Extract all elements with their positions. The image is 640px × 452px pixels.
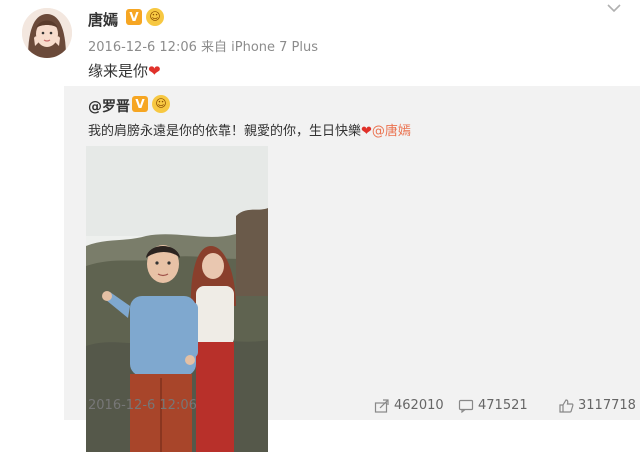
- post-text-body: 缘来是你: [88, 62, 149, 80]
- heart-icon: ❤: [148, 62, 161, 80]
- weibo-post: 唐嫣 V ☺ 2016-12-6 12:06 来自 iPhone 7 Plus …: [0, 0, 640, 452]
- retweet-time[interactable]: 2016-12-6 12:06: [88, 398, 197, 413]
- comment-count: 471521: [478, 398, 528, 413]
- mention-link[interactable]: @唐嫣: [372, 124, 411, 139]
- like-count: 3117718: [578, 398, 636, 413]
- like-button[interactable]: 3117718: [558, 398, 636, 413]
- like-icon: [558, 398, 574, 413]
- post-meta[interactable]: 2016-12-6 12:06 来自 iPhone 7 Plus: [88, 36, 318, 55]
- heart-icon: ❤: [361, 124, 372, 139]
- avatar[interactable]: [22, 8, 72, 58]
- retweet-text: 我的肩膀永遠是你的依靠！親愛的你，生日快樂❤@唐嫣: [88, 120, 411, 139]
- comment-icon: [458, 399, 474, 413]
- author-name[interactable]: 唐嫣: [88, 9, 118, 30]
- comment-button[interactable]: 471521: [458, 398, 528, 413]
- verified-badge-icon: V: [126, 9, 142, 25]
- verified-badge-icon: V: [132, 96, 148, 112]
- post-text: 缘来是你❤: [88, 60, 161, 81]
- retweet-author[interactable]: @罗晋: [88, 96, 130, 116]
- retweet-text-body: 我的肩膀永遠是你的依靠！親愛的你，生日快樂: [88, 124, 362, 139]
- share-count: 462010: [394, 398, 444, 413]
- chevron-down-icon[interactable]: [605, 2, 623, 16]
- share-icon: [374, 398, 390, 413]
- avatar-photo: [22, 8, 72, 58]
- fan-medal-icon: ☺: [152, 95, 170, 113]
- fan-medal-icon: ☺: [146, 8, 164, 26]
- retweet-card[interactable]: @罗晋 V ☺ 我的肩膀永遠是你的依靠！親愛的你，生日快樂❤@唐嫣 2016-1…: [64, 86, 640, 452]
- share-button[interactable]: 462010: [374, 398, 444, 413]
